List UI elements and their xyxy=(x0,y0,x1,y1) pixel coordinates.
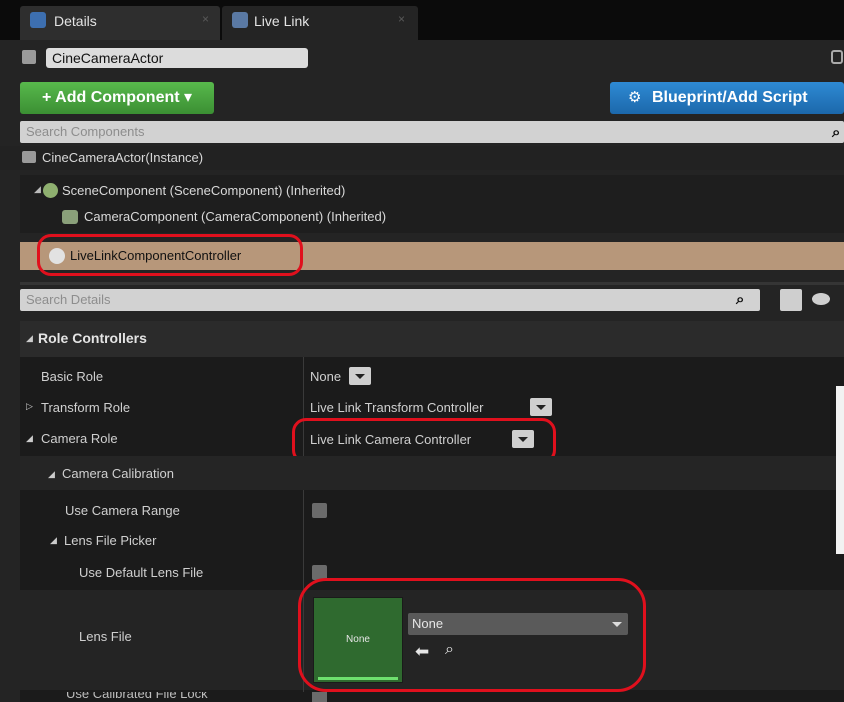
gears-icon: ⚙ xyxy=(628,89,642,106)
collapse-arrow-icon: ◢ xyxy=(48,469,55,479)
tab-live-link-label: Live Link xyxy=(254,13,310,29)
blueprint-add-script-button[interactable]: ⚙ Blueprint/Add Script xyxy=(610,82,844,114)
camera-component-icon xyxy=(62,210,78,224)
property-label: Lens File xyxy=(79,629,132,644)
component-label[interactable]: SceneComponent (SceneComponent) (Inherit… xyxy=(62,183,345,198)
use-camera-range-checkbox[interactable] xyxy=(312,503,327,518)
property-label: Lens File Picker xyxy=(64,533,157,548)
property-label: Use Calibrated File Lock xyxy=(66,692,208,701)
collapse-arrow-icon: ◢ xyxy=(26,333,33,343)
add-component-button[interactable]: + Add Component ▾ xyxy=(20,82,214,114)
collapse-arrow-icon: ◢ xyxy=(26,433,33,443)
details-icon xyxy=(30,12,46,28)
scene-component-icon xyxy=(43,183,58,198)
expand-arrow-icon[interactable]: ◢ xyxy=(34,184,41,195)
search-icon: ⌕ xyxy=(736,291,745,308)
transform-role-value[interactable]: Live Link Transform Controller xyxy=(310,400,483,415)
highlight-outline xyxy=(298,578,646,692)
component-label: CineCameraActor(Instance) xyxy=(42,150,204,165)
highlight-outline xyxy=(37,234,303,276)
close-icon[interactable]: × xyxy=(202,12,209,26)
divider xyxy=(20,282,844,285)
property-label: Camera Role xyxy=(41,431,118,446)
search-components-input[interactable]: Search Components xyxy=(20,121,844,143)
basic-role-dropdown[interactable] xyxy=(349,367,371,385)
expand-arrow-icon[interactable]: ▷ xyxy=(26,401,33,412)
tab-details-label: Details xyxy=(54,13,97,29)
tab-details[interactable]: Details × xyxy=(20,6,220,40)
checkbox[interactable] xyxy=(312,692,327,702)
subsection-title: Camera Calibration xyxy=(62,466,174,481)
property-label: Use Default Lens File xyxy=(79,565,204,580)
property-label: Transform Role xyxy=(41,400,131,415)
lock-icon[interactable] xyxy=(831,50,843,64)
collapse-arrow-icon: ◢ xyxy=(50,535,57,545)
tab-live-link[interactable]: Live Link × xyxy=(222,6,418,40)
actor-icon xyxy=(22,151,36,163)
popup-edge xyxy=(836,386,844,554)
blueprint-button-label: Blueprint/Add Script xyxy=(652,89,808,106)
grid-view-icon[interactable] xyxy=(780,289,802,311)
actor-icon xyxy=(22,50,36,64)
property-label: Basic Role xyxy=(41,369,104,384)
section-title: Role Controllers xyxy=(38,330,147,346)
live-link-icon xyxy=(232,12,248,28)
partial-row: Use Calibrated File Lock xyxy=(20,692,844,702)
basic-role-value[interactable]: None xyxy=(310,369,341,384)
list-item[interactable]: CineCameraActor(Instance) xyxy=(0,146,844,170)
eye-icon[interactable] xyxy=(812,293,830,305)
transform-role-dropdown[interactable] xyxy=(530,398,552,416)
search-details-input[interactable]: Search Details xyxy=(20,289,760,311)
actor-name-field[interactable]: CineCameraActor xyxy=(46,48,308,68)
component-label[interactable]: CameraComponent (CameraComponent) (Inher… xyxy=(84,209,386,224)
search-icon: ⌕ xyxy=(832,124,841,141)
property-label: Use Camera Range xyxy=(65,503,180,518)
close-icon[interactable]: × xyxy=(398,12,405,26)
